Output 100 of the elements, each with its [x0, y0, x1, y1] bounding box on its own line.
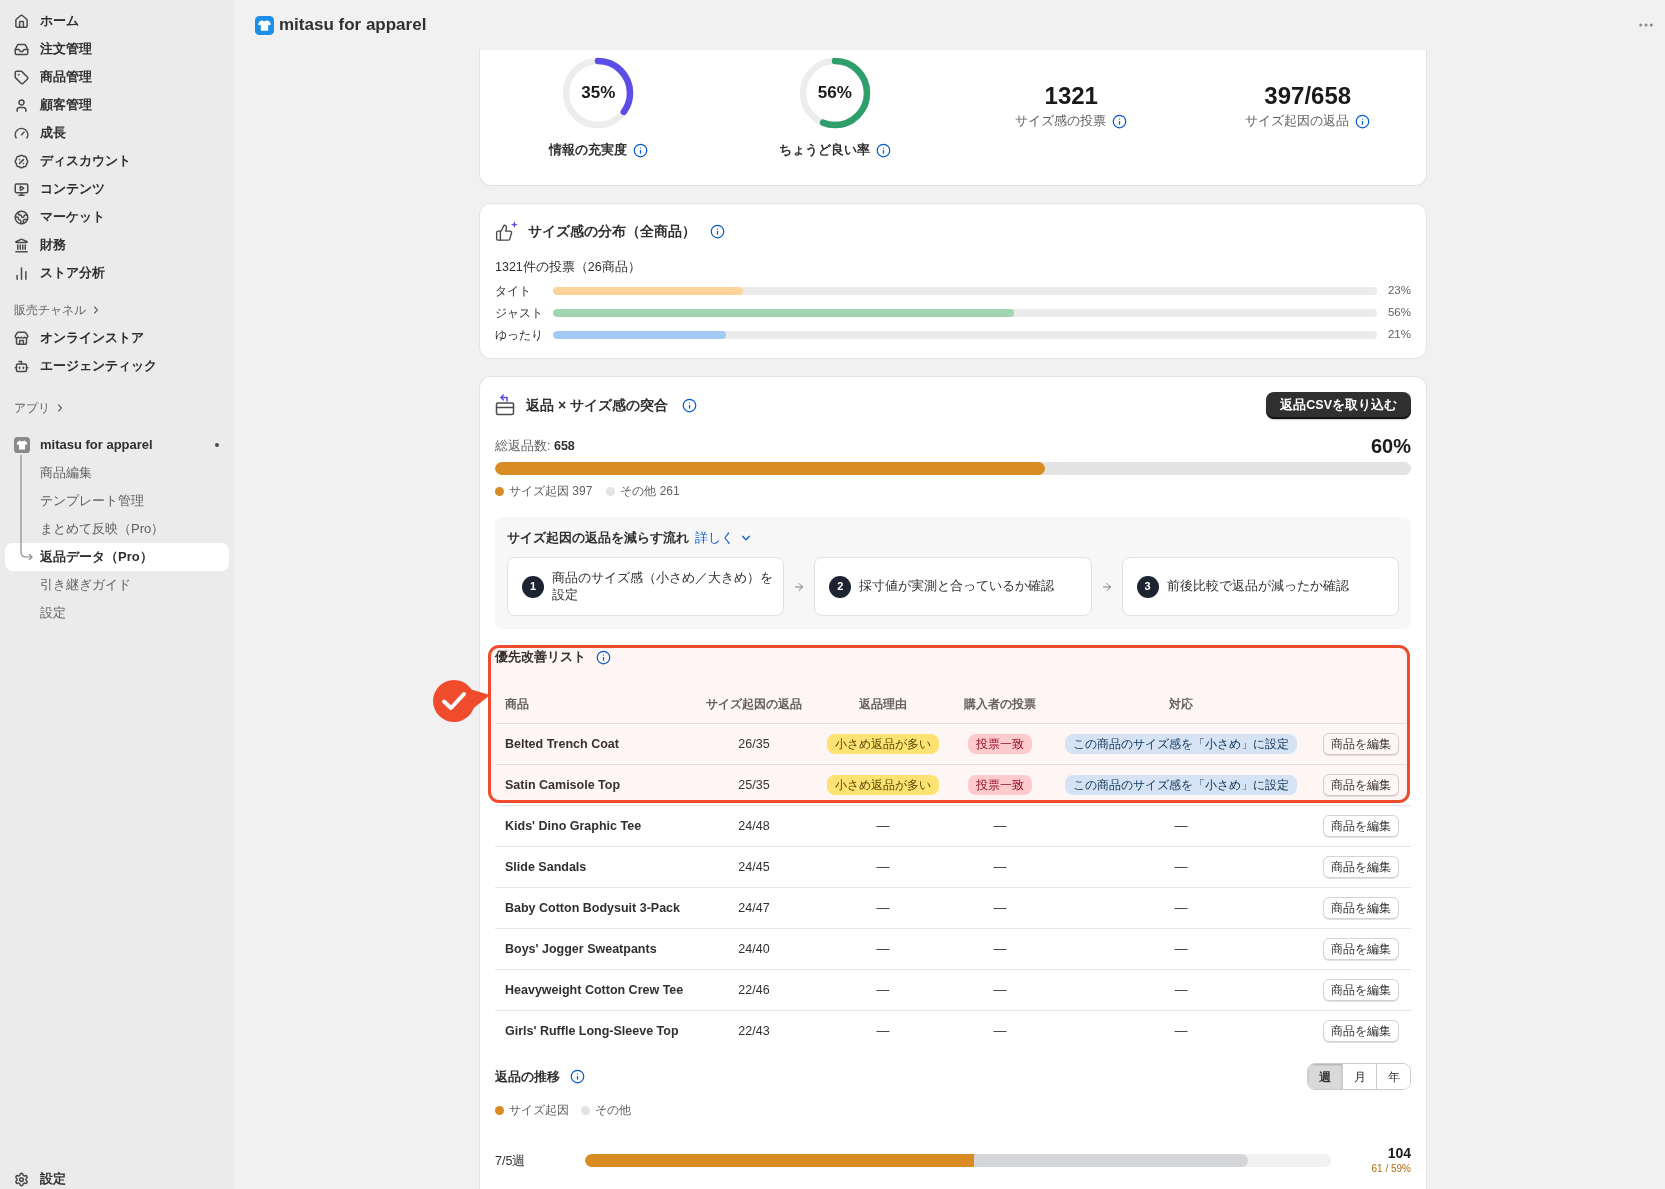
sidebar-item[interactable]: オンラインストア [5, 324, 229, 352]
stat-value: 397/658 [1264, 81, 1352, 111]
empty-value: — [1174, 1022, 1188, 1041]
sidebar-subitem[interactable]: 引き継ぎガイド [5, 571, 229, 599]
sidebar-subitem[interactable]: 返品データ（Pro） [5, 543, 229, 571]
action-tag: この商品のサイズ感を「小さめ」に設定 [1065, 734, 1297, 754]
sidebar-subitem[interactable]: まとめて反映（Pro） [5, 515, 229, 543]
info-icon[interactable] [710, 223, 725, 239]
sidebar-item[interactable]: 商品管理 [5, 63, 229, 91]
sidebar-item[interactable]: ディスカウント [5, 147, 229, 175]
step-text: 前後比較で返品が減ったか確認 [1166, 578, 1349, 595]
size-share: 60% [1370, 435, 1411, 457]
returns-count: 24/40 [738, 940, 770, 958]
legend-label: サイズ起因 [509, 1102, 569, 1119]
bar-chart-icon [14, 265, 29, 281]
bar-label: ジャスト [495, 305, 544, 322]
bar-percentage: 21% [1386, 327, 1411, 343]
thumbs-up-sparkle-icon [495, 220, 518, 242]
sidebar-item[interactable]: 財務 [5, 231, 229, 259]
empty-value: — [876, 981, 890, 1000]
sidebar-item[interactable]: エージェンティック [5, 352, 229, 380]
sidebar-item[interactable]: 成長 [5, 119, 229, 147]
step-text: 商品のサイズ感（小さめ／大きめ）を設定 [552, 569, 774, 604]
edit-product-button[interactable]: 商品を編集 [1323, 733, 1399, 755]
globe-icon [14, 209, 29, 225]
empty-value: — [876, 1022, 890, 1041]
arrow-right-icon [1100, 580, 1113, 593]
edit-product-button[interactable]: 商品を編集 [1323, 1020, 1399, 1042]
returns-count: 24/45 [738, 858, 770, 876]
info-icon[interactable] [1355, 113, 1371, 129]
period-tab[interactable]: 週 [1308, 1064, 1342, 1089]
week-label: 7/5週 [495, 1154, 526, 1168]
edit-product-button[interactable]: 商品を編集 [1323, 897, 1399, 919]
import-csv-button[interactable]: 返品CSVを取り込む [1266, 391, 1411, 419]
sidebar-item[interactable]: 顧客管理 [5, 91, 229, 119]
column-header: サイズ起因の返品 [706, 696, 802, 713]
edit-product-button[interactable]: 商品を編集 [1323, 774, 1399, 796]
product-name: Heavyweight Cotton Crew Tee [504, 981, 684, 999]
settings-link[interactable]: 設定 [5, 1169, 75, 1189]
stat-label: サイズ感の投票 [1015, 112, 1107, 130]
returns-count: 22/43 [738, 1022, 770, 1040]
sidebar-subitem[interactable]: テンプレート管理 [5, 487, 229, 515]
edit-product-button[interactable]: 商品を編集 [1323, 856, 1399, 878]
card-title: 返品 × サイズ感の突合 [526, 395, 668, 415]
total-returns: 総返品数: 658 [495, 437, 575, 455]
edit-product-button[interactable]: 商品を編集 [1323, 938, 1399, 960]
sidebar-item[interactable]: ホーム [5, 7, 229, 35]
vote-tag: 投票一致 [968, 775, 1032, 795]
sidebar-subitem[interactable]: 設定 [5, 599, 229, 627]
person-icon [14, 97, 29, 113]
ring-value: 35% [581, 82, 616, 105]
flow-title: サイズ起因の返品を減らす流れ [507, 529, 689, 548]
section-link[interactable]: 販売チャネル [5, 296, 111, 324]
trend-title: 返品の推移 [495, 1067, 560, 1086]
column-header: 購入者の投票 [964, 696, 1036, 713]
action-tag: この商品のサイズ感を「小さめ」に設定 [1065, 775, 1297, 795]
sidebar-item[interactable]: ストア分析 [5, 259, 229, 287]
column-header: 対応 [1169, 696, 1193, 713]
stat-value: 1321 [1044, 81, 1098, 111]
empty-value: — [993, 817, 1007, 836]
product-name: Kids' Dino Graphic Tee [504, 817, 642, 835]
details-link[interactable]: 詳しく [695, 528, 753, 548]
info-icon[interactable] [596, 649, 611, 665]
empty-value: — [1174, 817, 1188, 836]
monitor-icon [14, 181, 29, 197]
app-link[interactable]: mitasu for apparel [14, 435, 153, 455]
home-icon [14, 13, 29, 29]
card-title: サイズ感の分布（全商品） [528, 221, 696, 241]
sidebar-subitem[interactable]: 商品編集 [5, 459, 229, 487]
sidebar-item[interactable]: マーケット [5, 203, 229, 231]
column-header: 商品 [504, 696, 529, 713]
period-tab[interactable]: 年 [1376, 1064, 1410, 1089]
box-return-icon [495, 394, 515, 416]
empty-value: — [993, 1022, 1007, 1041]
vote-summary: 1321件の投票（26商品） [495, 259, 642, 276]
info-icon[interactable] [632, 142, 648, 158]
info-icon[interactable] [875, 142, 891, 158]
sidebar-item[interactable]: コンテンツ [5, 175, 229, 203]
section-link[interactable]: アプリ [5, 394, 75, 422]
empty-value: — [1174, 899, 1188, 918]
product-name: Slide Sandals [504, 858, 587, 876]
empty-value: — [1174, 858, 1188, 877]
legend-label: その他 261 [620, 483, 680, 500]
returns-count: 25/35 [738, 776, 770, 794]
product-name: Belted Trench Coat [504, 735, 619, 753]
bar-label: タイト [495, 283, 532, 300]
shirt-app-icon [14, 437, 30, 453]
step-number: 1 [522, 575, 544, 598]
empty-value: — [876, 858, 890, 877]
info-icon[interactable] [1112, 113, 1128, 129]
edit-product-button[interactable]: 商品を編集 [1323, 815, 1399, 837]
arrow-right-icon [793, 580, 806, 593]
sidebar-item[interactable]: 注文管理 [5, 35, 229, 63]
week-total: 104 [1387, 1144, 1411, 1162]
bar-label: ゆったり [495, 327, 544, 344]
edit-product-button[interactable]: 商品を編集 [1323, 979, 1399, 1001]
step-number: 2 [829, 575, 852, 598]
info-icon[interactable] [681, 397, 697, 413]
info-icon[interactable] [570, 1069, 585, 1084]
empty-value: — [993, 981, 1007, 1000]
